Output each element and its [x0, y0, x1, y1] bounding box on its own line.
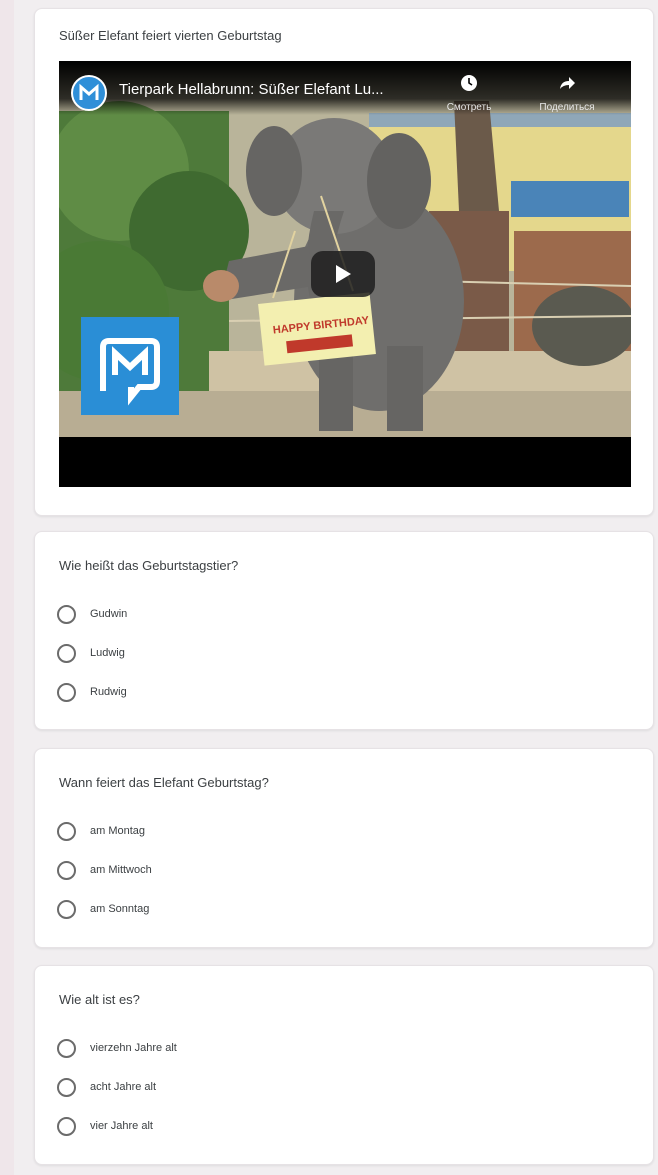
player-letterbox-bottom [59, 437, 631, 487]
answer-option[interactable]: Rudwig [57, 680, 357, 704]
player-video-title[interactable]: Tierpark Hellabrunn: Süßer Elefant Lu... [119, 81, 439, 98]
answer-label: vierzehn Jahre alt [90, 1042, 177, 1054]
form-page: Süßer Elefant feiert vierten Geburtstag [0, 0, 658, 1175]
question-card-3: Wie alt ist es? vierzehn Jahre alt acht … [34, 965, 654, 1165]
radio-button[interactable] [57, 604, 76, 624]
answer-label: am Montag [90, 825, 146, 837]
radio-button[interactable] [57, 1077, 76, 1097]
left-border-strip [0, 0, 14, 1175]
watch-later-label: Смотреть [446, 102, 492, 113]
answer-label: acht Jahre alt [90, 1081, 157, 1093]
share-arrow-icon [560, 77, 575, 89]
question-title: Wie heißt das Geburtstagstier? [59, 558, 239, 573]
answer-option[interactable]: vier Jahre alt [57, 1114, 357, 1138]
answer-option[interactable]: am Sonntag [57, 897, 357, 921]
question-card-2: Wann feiert das Elefant Geburtstag? am M… [34, 748, 654, 948]
m-logo-icon[interactable] [71, 75, 107, 111]
answer-label: Gudwin [90, 608, 128, 620]
brand-logo-badge [81, 317, 179, 415]
radio-button[interactable] [57, 643, 76, 663]
radio-button[interactable] [57, 899, 76, 919]
answer-label: Rudwig [90, 686, 127, 698]
question-title: Wann feiert das Elefant Geburtstag? [59, 775, 269, 790]
answer-label: vier Jahre alt [90, 1120, 153, 1132]
answer-option[interactable]: acht Jahre alt [57, 1075, 357, 1099]
radio-button[interactable] [57, 682, 76, 702]
answer-label: am Mittwoch [90, 864, 152, 876]
radio-button[interactable] [57, 860, 76, 880]
youtube-player[interactable]: HAPPY BIRTHDAY Tierpark Hellabrunn: Süße… [59, 61, 631, 487]
answer-option[interactable]: Ludwig [57, 641, 357, 665]
share-button[interactable]: Поделиться [527, 73, 607, 113]
answer-option[interactable]: vierzehn Jahre alt [57, 1036, 357, 1060]
clock-icon [461, 75, 477, 91]
radio-button[interactable] [57, 821, 76, 841]
video-card: Süßer Elefant feiert vierten Geburtstag [34, 8, 654, 516]
question-title: Wie alt ist es? [59, 992, 140, 1007]
share-label: Поделиться [539, 102, 595, 113]
radio-button[interactable] [57, 1116, 76, 1136]
watch-later-button[interactable]: Смотреть [429, 73, 509, 113]
answer-option[interactable]: am Mittwoch [57, 858, 357, 882]
answer-label: Ludwig [90, 647, 125, 659]
answer-label: am Sonntag [90, 903, 150, 915]
radio-button[interactable] [57, 1038, 76, 1058]
play-icon [336, 265, 351, 283]
answer-option[interactable]: Gudwin [57, 602, 357, 626]
video-section-title: Süßer Elefant feiert vierten Geburtstag [59, 28, 282, 43]
question-card-1: Wie heißt das Geburtstagstier? Gudwin Lu… [34, 531, 654, 730]
m-brand-icon [100, 338, 160, 406]
play-button[interactable] [311, 251, 375, 297]
answer-option[interactable]: am Montag [57, 819, 357, 843]
